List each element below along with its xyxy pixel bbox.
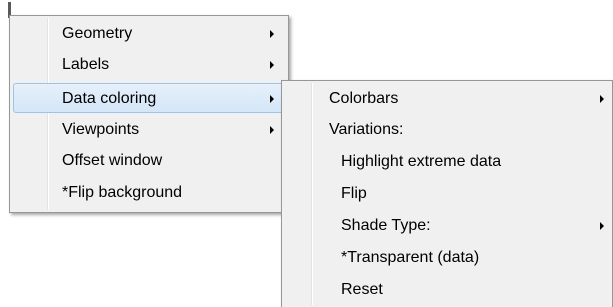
menu-item-label: Reset xyxy=(341,281,383,298)
submenu-arrow-icon xyxy=(270,30,274,38)
submenu-item-transparent-data[interactable]: *Transparent (data) xyxy=(285,243,609,273)
menu-item-label: *Flip background xyxy=(62,184,183,201)
menu-item-flip-background[interactable]: *Flip background xyxy=(13,178,285,208)
context-menu-stage: Geometry Labels Data coloring Viewpoints… xyxy=(0,0,613,307)
menu-item-label: Offset window xyxy=(62,152,163,169)
menu-item-label: Viewpoints xyxy=(62,121,140,138)
menu-item-viewpoints[interactable]: Viewpoints xyxy=(13,115,285,145)
submenu-item-variations: Variations: xyxy=(285,115,609,145)
menu-item-label: *Transparent (data) xyxy=(341,249,480,266)
submenu-item-reset[interactable]: Reset xyxy=(285,275,609,305)
menu-item-label: Colorbars xyxy=(329,90,399,107)
menu-item-label: Geometry xyxy=(62,25,133,42)
menu-section-label: Variations: xyxy=(329,121,404,138)
menu-item-label: Highlight extreme data xyxy=(341,153,502,170)
submenu-arrow-icon xyxy=(270,61,274,69)
submenu-item-flip[interactable]: Flip xyxy=(285,179,609,209)
submenu-arrow-icon xyxy=(270,95,274,103)
submenu-arrow-icon xyxy=(270,126,274,134)
menu-item-label: Data coloring xyxy=(62,90,157,107)
menu-item-data-coloring[interactable]: Data coloring xyxy=(13,83,285,113)
main-context-menu: Geometry Labels Data coloring Viewpoints… xyxy=(9,15,289,213)
menu-item-label: Labels xyxy=(62,56,110,73)
submenu-item-shade-type[interactable]: Shade Type: xyxy=(285,211,609,241)
submenu-item-highlight-extreme-data[interactable]: Highlight extreme data xyxy=(285,147,609,177)
submenu-arrow-icon xyxy=(600,95,604,103)
menu-item-label: Flip xyxy=(341,185,367,202)
menu-item-label: Shade Type: xyxy=(341,217,431,234)
data-coloring-submenu: Colorbars Variations: Highlight extreme … xyxy=(281,80,613,307)
menu-item-offset-window[interactable]: Offset window xyxy=(13,146,285,176)
menu-item-labels[interactable]: Labels xyxy=(13,50,285,80)
menu-item-geometry[interactable]: Geometry xyxy=(13,19,285,49)
submenu-item-colorbars[interactable]: Colorbars xyxy=(285,84,609,114)
submenu-arrow-icon xyxy=(600,222,604,230)
